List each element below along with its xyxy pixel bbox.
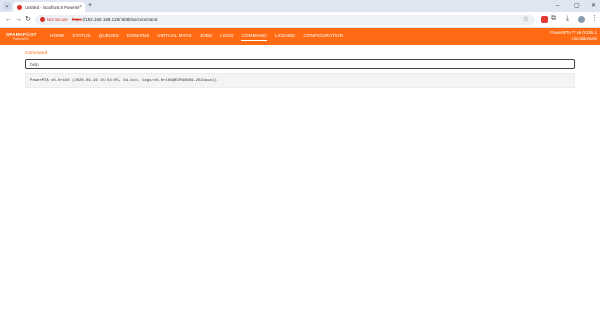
browser-tab-strip: ⌄ Untitled - localhost:8 PowerMTA Web...… xyxy=(0,0,600,12)
tab-close-icon[interactable]: × xyxy=(79,4,82,10)
nav-virtual-mtas[interactable]: VIRTUAL MTAS xyxy=(157,33,191,41)
nav-domains[interactable]: DOMAINS xyxy=(127,33,149,41)
tab-favicon-icon xyxy=(17,4,22,10)
nav-jobs[interactable]: JOBS xyxy=(200,33,213,41)
nav-license[interactable]: LICENSE xyxy=(275,33,296,41)
browser-menu-icon[interactable]: ⋮ xyxy=(591,15,598,22)
app-header: SPARKP☉ST PowerMTA HOME STATUS QUEUES DO… xyxy=(0,28,600,45)
minimize-button[interactable]: – xyxy=(556,2,559,10)
command-input[interactable] xyxy=(25,59,575,69)
nav-logs[interactable]: LOGS xyxy=(220,33,233,41)
nav-command[interactable]: COMMAND xyxy=(241,33,267,41)
forward-arrow-icon[interactable]: → xyxy=(15,15,22,24)
bookmark-star-icon[interactable]: ☆ xyxy=(523,15,529,25)
youtube-extension-icon[interactable] xyxy=(541,16,548,23)
back-arrow-icon[interactable]: ← xyxy=(5,15,12,24)
url-text: ://192.168.198.128/:8080/ui/command xyxy=(81,17,158,22)
close-window-button[interactable]: ✕ xyxy=(591,2,596,10)
nav-queues[interactable]: QUEUES xyxy=(99,33,119,41)
version-info: PowerMTA™ v6.0r1b5.1 r.localdomain xyxy=(550,30,597,42)
extensions-puzzle-icon[interactable]: ⧉ xyxy=(551,15,558,22)
page-title: Command xyxy=(25,51,48,56)
not-secure-icon xyxy=(40,17,45,22)
main-nav: HOME STATUS QUEUES DOMAINS VIRTUAL MTAS … xyxy=(50,33,343,41)
profile-avatar[interactable] xyxy=(578,16,585,23)
maximize-button[interactable]: ▢ xyxy=(574,2,580,10)
tab-title: Untitled - localhost:8 PowerMTA Web... xyxy=(25,4,80,10)
nav-home[interactable]: HOME xyxy=(50,33,64,41)
address-bar[interactable]: Not secure https ://192.168.198.128/:808… xyxy=(35,14,535,25)
tab-list-chevron-icon[interactable]: ⌄ xyxy=(3,2,11,10)
url-scheme: https xyxy=(71,17,82,22)
browser-toolbar: ← → ↻ Not secure https ://192.168.198.12… xyxy=(0,12,600,28)
download-icon[interactable]: ⤓ xyxy=(566,15,573,22)
reload-icon[interactable]: ↻ xyxy=(25,15,31,24)
logo-subtitle: PowerMTA xyxy=(13,37,29,41)
browser-tab[interactable]: Untitled - localhost:8 PowerMTA Web... × xyxy=(13,2,85,12)
new-tab-button[interactable]: + xyxy=(88,2,92,10)
not-secure-label[interactable]: Not secure xyxy=(47,17,68,22)
command-output: PowerMTA v6.0r1b5 (2020-09-16 15:54:05, … xyxy=(25,73,575,88)
nav-configuration[interactable]: CONFIGURATION xyxy=(303,33,343,41)
hostname-line: r.localdomain xyxy=(571,36,597,41)
sparkpost-logo[interactable]: SPARKP☉ST PowerMTA xyxy=(6,32,36,42)
nav-status[interactable]: STATUS xyxy=(72,33,90,41)
